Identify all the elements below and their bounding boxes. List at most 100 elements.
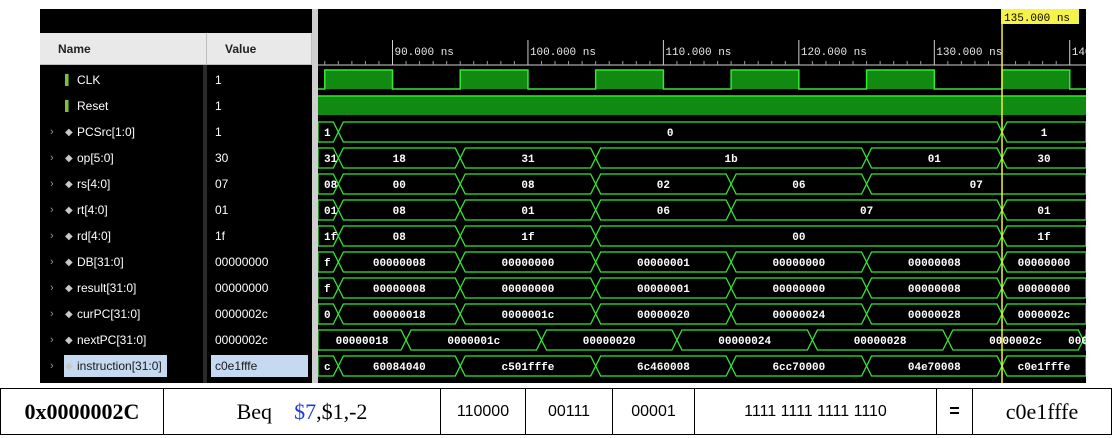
bus-icon: ◆ [65,230,73,242]
expand-chevron-icon[interactable]: › [50,256,54,268]
bus-icon: ◆ [65,126,73,138]
bus-value-label: 1f [521,232,535,244]
signal-name: CLK [77,73,101,87]
bus-value-label: 00000008 [373,284,426,296]
signal-row[interactable]: › ◆ rt[4:0] 01 [40,197,312,223]
signal-value: 0000002c [215,333,268,347]
equals-cell: = [936,388,973,435]
signal-name: instruction[31:0] [77,359,162,373]
instruction-decode-table: 0x0000002C Beq $7,$1,-2 110000 00111 000… [0,388,1112,435]
waveform-window: Name Value ▌ CLK 1 ▌ Reset 1 › ◆ PCSrc[1:0] 1 › ◆ op… [40,9,1086,383]
bus-value-label: 01 [928,154,942,166]
signal-name: rs[4:0] [77,177,111,191]
signal-row[interactable]: ▌ CLK 1 [40,67,312,93]
bus-icon: ◆ [65,204,73,216]
bus-icon: ◆ [65,152,73,164]
bus-value-label: 00000 [1068,336,1086,348]
expand-chevron-icon[interactable]: › [50,360,54,372]
bus-icon: ◆ [65,282,73,294]
expand-chevron-icon[interactable]: › [50,152,54,164]
bus-value-label: 04e70008 [908,362,961,374]
signal-name: nextPC[31:0] [77,333,147,347]
assembly-cell: Beq $7,$1,-2 [163,388,441,435]
bus-value-label: f [324,284,331,296]
bus-icon: ◆ [65,360,73,372]
signal-row[interactable]: › ◆ rd[4:0] 1f [40,223,312,249]
bus-value-label: 00000000 [772,258,825,270]
signal-value: 1 [215,99,222,113]
waveform-canvas[interactable]: 90.000 ns 100.000 ns 110.000 ns 120.000 ns 1… [318,9,1086,383]
bus-value-label: 00000000 [1018,284,1071,296]
bus-value-label: 00 [393,180,406,192]
signal-name: rt[4:0] [77,203,108,217]
bus-value-label: 00000000 [502,284,555,296]
expand-chevron-icon[interactable]: › [50,178,54,190]
expand-chevron-icon[interactable]: › [50,126,54,138]
bus-value-label: 00000028 [854,336,907,348]
bus-value-label: 6cc70000 [772,362,825,374]
address-cell: 0x0000002C [0,388,164,435]
bus-value-label: 00000024 [718,336,771,348]
clk-high-fill [460,70,528,89]
bus-value-label: 00000018 [336,336,389,348]
signal-name: DB[31:0] [77,255,124,269]
bus-value-label: 00000020 [637,310,690,322]
signal-name: Reset [77,99,109,113]
bus-value-label: 00000001 [637,258,690,270]
reset-high-fill [318,96,1086,115]
bus-value-label: 00000001 [637,284,690,296]
bus-icon: ◆ [65,256,73,268]
expand-chevron-icon[interactable]: › [50,308,54,320]
operand-rest: ,$1,-2 [316,398,368,424]
clk-high-fill [595,70,664,89]
bus-value-label: 0000001c [447,336,500,348]
panel-toolbar-strip [40,9,312,33]
bus-value-label: 0000001c [502,310,555,322]
bus-value-label: 1b [725,154,739,166]
bus-value-label: 06 [792,180,805,192]
expand-chevron-icon[interactable]: › [50,204,54,216]
bus-value-label: 1f [1037,232,1051,244]
name-column-header[interactable]: Name [40,33,207,65]
signal-row[interactable]: › ◆ curPC[31:0] 0000002c [40,301,312,327]
signal-row[interactable]: › ◆ result[31:0] 00000000 [40,275,312,301]
signal-row[interactable]: › ◆ rs[4:0] 07 [40,171,312,197]
expand-chevron-icon[interactable]: › [50,334,54,346]
value-column-header[interactable]: Value [207,33,312,65]
bus-value-label: 07 [970,180,983,192]
signal-row[interactable]: › ◆ PCSrc[1:0] 1 [40,119,312,145]
signal-row[interactable]: ▌ Reset 1 [40,93,312,119]
clk-waveform [318,69,1086,90]
operand-highlight: $7 [294,398,317,424]
expand-chevron-icon[interactable]: › [50,230,54,242]
clock-signal-icon: ▌ [65,74,73,86]
ruler-tick-label: 140.000 ns [1072,47,1086,59]
bus-value-label: c0e1fffe [1018,362,1071,374]
hex-cell: c0e1fffe [972,388,1112,435]
bus-value-label: 02 [657,180,670,192]
bus-value-label: 6c460008 [637,362,690,374]
bus-icon: ◆ [65,334,73,346]
clock-signal-icon: ▌ [65,100,73,112]
bus-value-label: 31 [521,154,535,166]
bus-value-label: 1 [1041,128,1048,140]
immediate-bits-cell: 1111 1111 1111 1110 [694,388,937,435]
signal-row[interactable]: › ◆ nextPC[31:0] 0000002c [40,327,312,353]
bus-value-label: 08 [324,180,338,192]
bus-value-label: 0 [324,310,331,322]
bus-value-label: 00000028 [908,310,961,322]
signal-value: 30 [215,151,229,165]
bus-value-label: 60084040 [373,362,426,374]
signal-row[interactable]: › ◆ instruction[31:0] c0e1fffe [40,353,312,379]
bus-value-label: 01 [521,206,535,218]
expand-chevron-icon[interactable]: › [50,282,54,294]
signal-row[interactable]: › ◆ DB[31:0] 00000000 [40,249,312,275]
bus-value-label: 00000000 [502,258,555,270]
signal-name: result[31:0] [77,281,137,295]
op-bits-cell: 110000 [440,388,526,435]
signal-row[interactable]: › ◆ op[5:0] 30 [40,145,312,171]
signal-value: 00000000 [215,281,269,295]
signal-value: 1 [215,73,222,87]
bus-value-label: f [324,258,331,270]
bus-value-label: 1f [324,232,338,244]
